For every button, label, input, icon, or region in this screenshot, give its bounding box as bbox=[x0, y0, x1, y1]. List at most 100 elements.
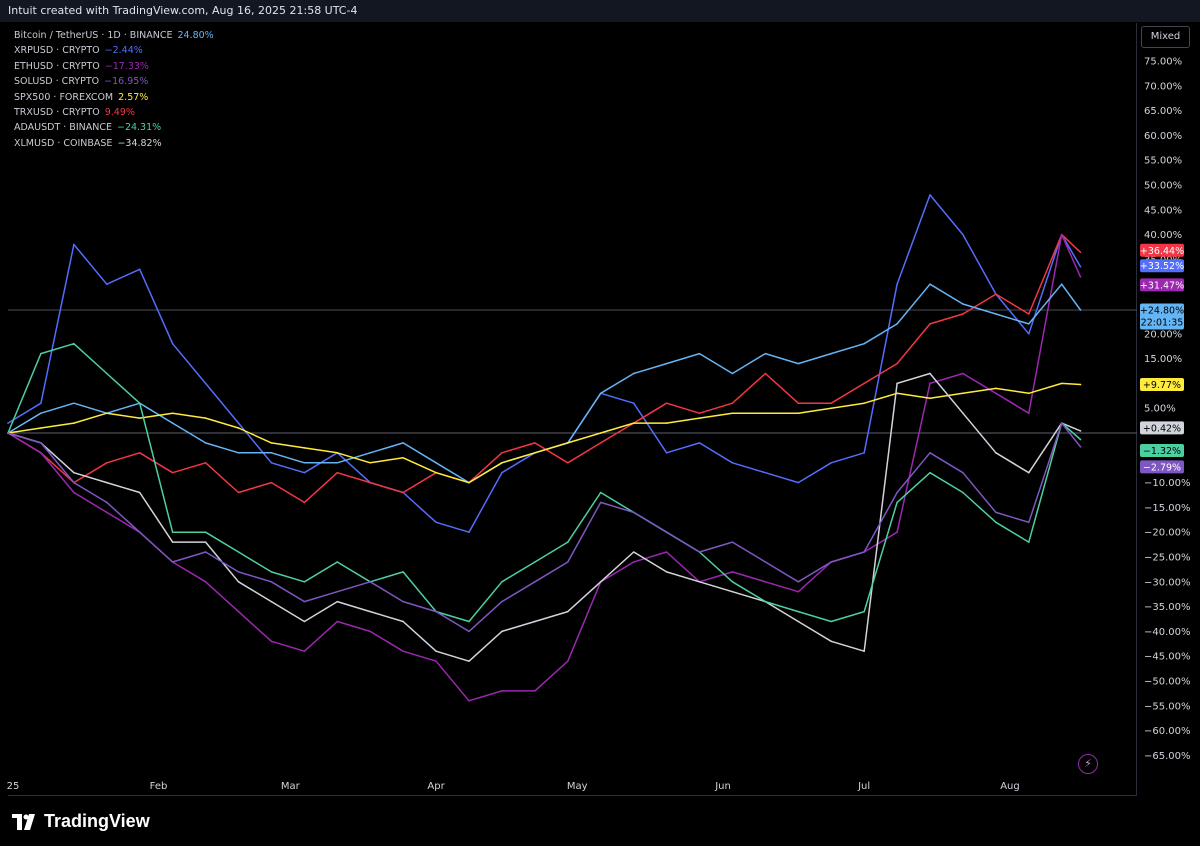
data-point bbox=[435, 461, 437, 464]
legend-item[interactable]: TRXUSD · CRYPTO 9.49% bbox=[14, 105, 214, 120]
data-point bbox=[764, 561, 767, 563]
data-point bbox=[40, 427, 42, 429]
data-point bbox=[632, 551, 635, 553]
data-point bbox=[698, 352, 701, 355]
x-tick-label: Feb bbox=[150, 781, 168, 792]
data-point bbox=[435, 521, 437, 524]
data-point bbox=[665, 571, 668, 573]
data-point bbox=[1028, 333, 1030, 335]
series-line-7[interactable] bbox=[7, 422, 1082, 633]
data-point bbox=[369, 461, 372, 464]
data-point bbox=[1028, 541, 1030, 543]
legend-change: −16.95% bbox=[104, 76, 149, 88]
data-point bbox=[369, 630, 372, 633]
data-point bbox=[369, 610, 372, 613]
data-point bbox=[435, 610, 437, 613]
legend-change: −17.33% bbox=[104, 60, 149, 72]
data-point bbox=[501, 690, 503, 692]
legend-symbol: ETHUSD · CRYPTO bbox=[14, 60, 100, 72]
legend-item[interactable]: Bitcoin / TetherUS · 1D · BINANCE 24.80% bbox=[14, 28, 214, 43]
data-point bbox=[534, 452, 536, 454]
data-point bbox=[105, 501, 108, 504]
data-point bbox=[599, 392, 602, 395]
data-point bbox=[863, 610, 865, 613]
data-point bbox=[468, 620, 470, 623]
data-point bbox=[435, 650, 437, 653]
data-point bbox=[237, 452, 240, 454]
data-point bbox=[171, 342, 174, 345]
data-point bbox=[402, 650, 404, 653]
data-point bbox=[731, 412, 734, 414]
data-point bbox=[962, 313, 964, 315]
y-tick-label: −30.00% bbox=[1144, 577, 1191, 588]
data-point bbox=[1079, 430, 1082, 432]
y-tick-label: −15.00% bbox=[1144, 503, 1191, 514]
data-point bbox=[171, 412, 174, 414]
time-axis[interactable]: 25 Feb Mar Apr May Jun Jul Aug bbox=[7, 781, 1020, 792]
data-point bbox=[237, 551, 240, 553]
data-point bbox=[105, 412, 108, 414]
legend-item[interactable]: ETHUSD · CRYPTO −17.33% bbox=[14, 59, 214, 74]
data-point bbox=[929, 382, 931, 385]
data-point bbox=[336, 600, 339, 603]
price-axis[interactable]: 75.00% 70.00% 65.00% 60.00% 55.00% 50.00% 45.0… bbox=[1144, 57, 1191, 762]
legend-change: 24.80% bbox=[177, 30, 214, 41]
scale-mode-button[interactable]: Mixed bbox=[1141, 26, 1190, 48]
legend-change: −2.44% bbox=[104, 45, 143, 57]
price-tag-label: +9.77% bbox=[1143, 380, 1181, 391]
y-tick-label: −50.00% bbox=[1144, 677, 1191, 688]
tradingview-logo[interactable]: TradingView bbox=[12, 811, 150, 832]
data-point bbox=[369, 581, 372, 583]
data-point bbox=[995, 313, 997, 315]
legend-change: −34.82% bbox=[117, 137, 162, 149]
data-point bbox=[797, 620, 800, 623]
data-point bbox=[468, 531, 470, 533]
lightning-icon[interactable]: ⚡ bbox=[1078, 754, 1098, 774]
legend-item[interactable]: SPX500 · FOREXCOM 2.57% bbox=[14, 90, 214, 105]
data-point bbox=[105, 372, 108, 375]
data-point bbox=[962, 412, 964, 414]
data-point bbox=[303, 650, 306, 653]
data-point bbox=[402, 571, 404, 573]
data-point bbox=[1060, 283, 1063, 286]
data-point bbox=[402, 457, 404, 459]
y-tick-label: 60.00% bbox=[1144, 131, 1182, 142]
legend-item[interactable]: ADAUSDT · BINANCE −24.31% bbox=[14, 120, 214, 135]
data-point bbox=[138, 452, 141, 454]
data-point bbox=[237, 581, 240, 583]
data-point bbox=[896, 382, 898, 385]
series-line-3[interactable] bbox=[7, 283, 1082, 484]
x-tick-label: Aug bbox=[1000, 781, 1020, 792]
series-line-1[interactable] bbox=[7, 233, 1082, 504]
data-point bbox=[962, 471, 964, 474]
data-point bbox=[830, 402, 833, 405]
legend-symbol: XLMUSD · COINBASE bbox=[14, 137, 113, 149]
legend-item[interactable]: SOLUSD · CRYPTO −16.95% bbox=[14, 74, 214, 89]
data-point bbox=[303, 581, 306, 583]
data-point bbox=[797, 581, 800, 583]
data-point bbox=[105, 481, 108, 484]
legend-symbol: TRXUSD · CRYPTO bbox=[14, 107, 100, 119]
legend-item[interactable]: XLMUSD · COINBASE −34.82% bbox=[14, 136, 214, 151]
data-point bbox=[73, 481, 75, 484]
y-tick-label: −55.00% bbox=[1144, 701, 1191, 712]
data-point bbox=[731, 571, 734, 573]
x-tick-label: 25 bbox=[7, 781, 20, 792]
series-line-6[interactable] bbox=[7, 342, 1081, 623]
data-point bbox=[105, 283, 108, 286]
data-point bbox=[962, 233, 964, 236]
data-point bbox=[962, 392, 964, 395]
legend-item[interactable]: XRPUSD · CRYPTO −2.44% bbox=[14, 43, 214, 58]
legend[interactable]: Bitcoin / TetherUS · 1D · BINANCE 24.80% X… bbox=[14, 28, 214, 151]
data-point bbox=[402, 600, 404, 603]
data-point bbox=[731, 372, 734, 375]
data-point bbox=[1028, 392, 1030, 395]
legend-symbol: SOLUSD · CRYPTO bbox=[14, 76, 100, 88]
data-point bbox=[764, 600, 767, 603]
data-point bbox=[1079, 265, 1082, 268]
series-line-2[interactable] bbox=[7, 233, 1082, 702]
data-point bbox=[863, 382, 865, 385]
data-point bbox=[698, 412, 701, 414]
legend-symbol: ADAUSDT · BINANCE bbox=[14, 122, 112, 134]
data-point bbox=[665, 531, 668, 533]
